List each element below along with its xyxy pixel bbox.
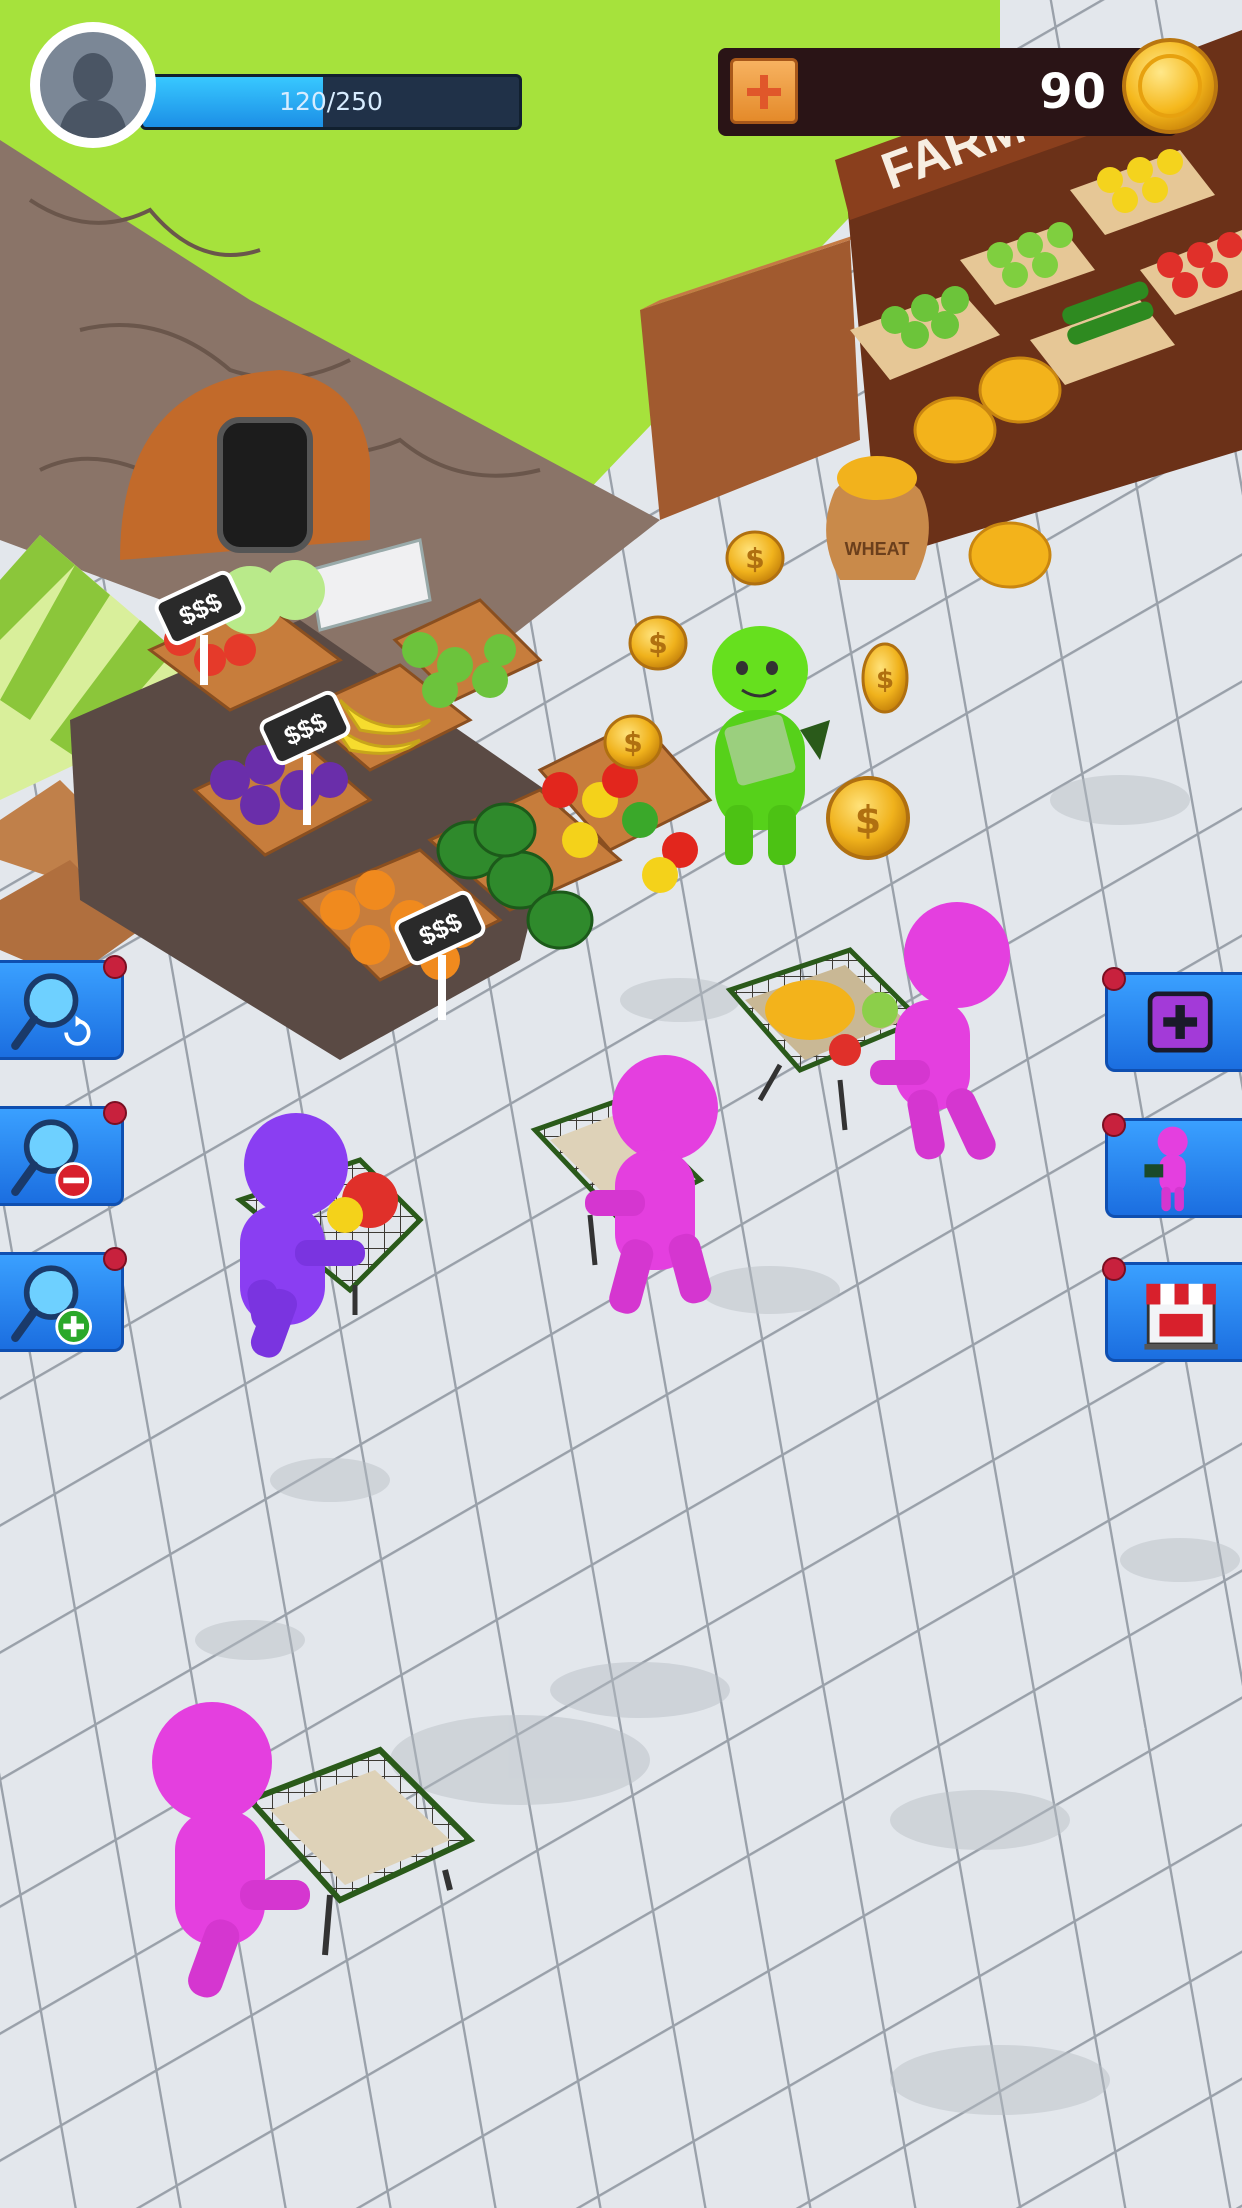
magnifier-refresh-icon bbox=[11, 973, 91, 1050]
player-avatar-silhouette-icon bbox=[40, 32, 146, 138]
coin-count: 90 bbox=[1039, 64, 1106, 120]
coin-counter-panel: 90 bbox=[718, 48, 1178, 136]
magnifier-minus-icon bbox=[11, 1119, 92, 1199]
pink-stickman-icon bbox=[1144, 1126, 1188, 1212]
notification-dot bbox=[1102, 1257, 1126, 1281]
add-coins-button[interactable] bbox=[730, 58, 798, 124]
notification-dot bbox=[103, 1101, 127, 1125]
xp-progress-bar: 120/250 bbox=[140, 74, 522, 130]
wheat-sack-label: WHEAT bbox=[845, 539, 910, 559]
player-avatar[interactable] bbox=[30, 22, 156, 148]
gold-coin-icon bbox=[1120, 36, 1220, 136]
hire-customer-button[interactable] bbox=[1102, 1113, 1242, 1218]
xp-progress-text: 120/250 bbox=[279, 87, 383, 116]
dollar-coin-icon: $ bbox=[603, 714, 663, 770]
wheat-sack: WHEAT bbox=[826, 456, 929, 580]
svg-text:$: $ bbox=[745, 542, 764, 575]
dollar-coin-icon: $ bbox=[725, 530, 785, 586]
notification-dot bbox=[1102, 967, 1126, 991]
svg-text:$: $ bbox=[623, 726, 642, 759]
magnifier-reset-button[interactable] bbox=[0, 955, 127, 1060]
shop-button[interactable] bbox=[1102, 1257, 1242, 1362]
add-button[interactable] bbox=[1102, 967, 1242, 1072]
dollar-coin-icon: $ bbox=[628, 615, 688, 671]
svg-text:$: $ bbox=[855, 798, 881, 842]
notification-dot bbox=[1102, 1113, 1126, 1137]
storefront-icon bbox=[1144, 1283, 1218, 1350]
notification-dot bbox=[103, 1247, 127, 1271]
notification-dot bbox=[103, 955, 127, 979]
magnifier-plus-icon bbox=[11, 1265, 92, 1345]
zoom-out-button[interactable] bbox=[0, 1101, 127, 1206]
zoom-in-button[interactable] bbox=[0, 1247, 127, 1352]
game-scene[interactable]: FARM FOOD WHEAT bbox=[0, 0, 1242, 2208]
svg-text:$: $ bbox=[876, 665, 894, 695]
purple-plus-icon bbox=[1147, 991, 1213, 1053]
svg-text:$: $ bbox=[648, 627, 667, 660]
dollar-coin-icon: $ bbox=[826, 776, 910, 860]
dollar-coin-icon: $ bbox=[861, 642, 909, 714]
